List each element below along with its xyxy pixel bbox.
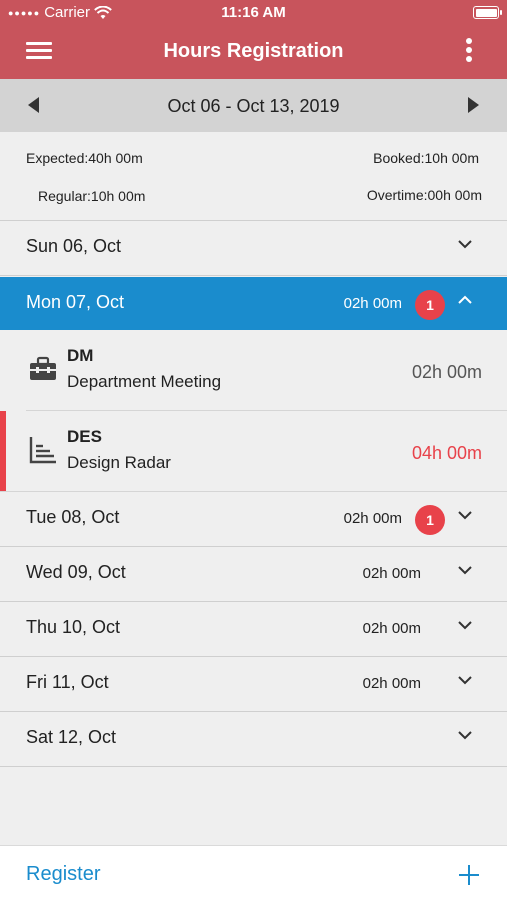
- day-row-wed[interactable]: Wed 09, Oct 02h 00m: [0, 547, 507, 602]
- day-label: Thu 10, Oct: [26, 617, 121, 637]
- battery-icon: [473, 6, 502, 19]
- register-button[interactable]: Register: [26, 863, 100, 886]
- expected-hours: Expected:40h 00m: [26, 150, 143, 166]
- entry-hours: 04h 00m: [411, 443, 482, 463]
- chevron-up-icon: [458, 295, 472, 304]
- hours-summary: Expected:40h 00m Booked:10h 00m Regular:…: [0, 132, 507, 221]
- day-hours: 02h 00m: [362, 565, 421, 582]
- status-time: 11:16 AM: [221, 4, 286, 21]
- chevron-down-icon: [458, 511, 472, 520]
- next-week-icon[interactable]: [468, 97, 479, 113]
- day-label: Mon 07, Oct: [26, 292, 125, 312]
- chevron-down-icon: [458, 621, 472, 630]
- day-label: Sat 12, Oct: [26, 727, 117, 747]
- day-hours: 02h 00m: [362, 620, 421, 637]
- entry-hours: 02h 00m: [411, 362, 482, 382]
- notification-badge: 1: [415, 290, 445, 320]
- warning-flag: [0, 411, 6, 492]
- chart-icon: [29, 437, 56, 464]
- day-row-thu[interactable]: Thu 10, Oct 02h 00m: [0, 602, 507, 657]
- week-range: Oct 06 - Oct 13, 2019: [167, 96, 340, 116]
- entry-code: DM: [67, 346, 94, 365]
- day-hours: 02h 00m: [343, 510, 402, 527]
- day-hours: 02h 00m: [362, 675, 421, 692]
- add-icon[interactable]: [459, 865, 479, 885]
- regular-hours: Regular:10h 00m: [38, 188, 146, 204]
- day-label: Sun 06, Oct: [26, 236, 122, 256]
- day-row-tue[interactable]: Tue 08, Oct 02h 00m 1: [0, 492, 507, 547]
- more-options-icon[interactable]: [465, 38, 473, 66]
- week-navigator: Oct 06 - Oct 13, 2019: [0, 79, 507, 132]
- day-label: Wed 09, Oct: [26, 562, 126, 582]
- day-label: Fri 11, Oct: [26, 672, 109, 692]
- page-title: Hours Registration: [163, 40, 344, 62]
- day-row-fri[interactable]: Fri 11, Oct 02h 00m: [0, 657, 507, 712]
- entry-description: Department Meeting: [67, 372, 222, 391]
- notification-badge: 1: [415, 505, 445, 535]
- bottom-toolbar: Register: [0, 845, 507, 900]
- chevron-down-icon: [458, 676, 472, 685]
- entry-code: DES: [67, 427, 102, 446]
- day-row-mon[interactable]: Mon 07, Oct 02h 00m 1: [0, 277, 507, 330]
- booked-hours: Booked:10h 00m: [373, 150, 479, 166]
- app-header: ●●●●● Carrier 11:16 AM Hours Registratio…: [0, 0, 507, 79]
- status-bar: ●●●●● Carrier 11:16 AM: [0, 0, 507, 26]
- day-row-sun[interactable]: Sun 06, Oct: [0, 221, 507, 276]
- briefcase-icon: [30, 356, 56, 380]
- day-label: Tue 08, Oct: [26, 507, 120, 527]
- day-hours: 02h 00m: [343, 295, 402, 312]
- day-row-sat[interactable]: Sat 12, Oct: [0, 712, 507, 767]
- entry-description: Design Radar: [67, 453, 171, 472]
- entry-row[interactable]: DES Design Radar 04h 00m: [0, 411, 507, 492]
- chevron-down-icon: [458, 731, 472, 740]
- entry-row[interactable]: DM Department Meeting 02h 00m: [0, 330, 507, 411]
- chevron-down-icon: [458, 240, 472, 249]
- overtime-hours: Overtime:00h 00m: [366, 187, 482, 203]
- chevron-down-icon: [458, 566, 472, 575]
